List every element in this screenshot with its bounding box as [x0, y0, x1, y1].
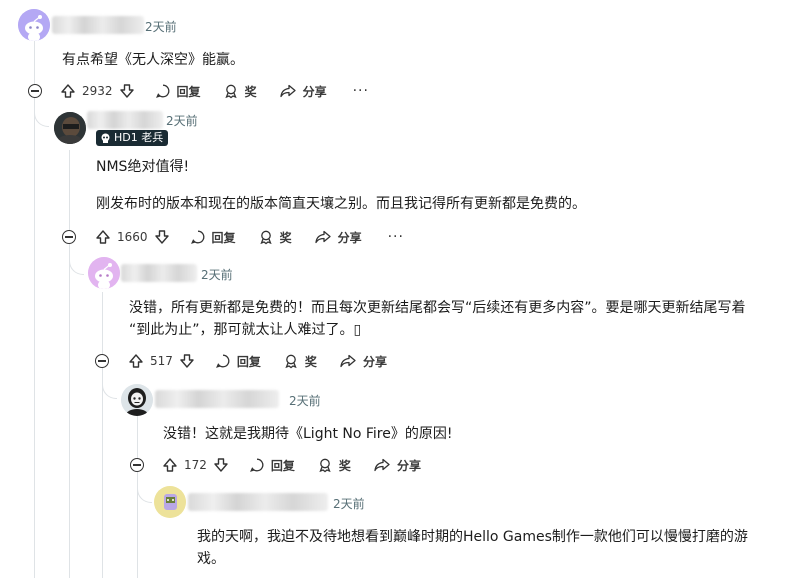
- reply-label: 回复: [211, 230, 236, 245]
- comment-body: 没错！这就是我期待《Light No Fire》的原因!: [163, 426, 453, 442]
- comment-body-line1: 我的天啊，我迫不及待地想看到巅峰时期的Hello Games制作一款他们可以慢慢…: [197, 529, 748, 545]
- flair-text: HD1 老兵: [114, 131, 164, 144]
- comment-time: 2天前: [145, 20, 177, 34]
- more-options-button[interactable]: ···: [353, 83, 369, 99]
- comment-body-line2: 刚发布时的版本和现在的版本简直天壤之别。而且我记得所有更新都是免费的。: [96, 196, 586, 212]
- comment-body-line1: 没错，所有更新都是免费的！而且每次更新结尾都会写“后续还有更多内容”。要是哪天更…: [129, 300, 746, 316]
- reply-button[interactable]: 回复: [249, 457, 295, 474]
- share-icon: [314, 230, 331, 244]
- reply-label: 回复: [270, 458, 295, 473]
- award-label: 奖: [279, 230, 292, 245]
- award-label: 奖: [338, 458, 351, 473]
- user-avatar-icon: [154, 486, 186, 518]
- share-icon: [374, 458, 390, 472]
- collapse-button[interactable]: [28, 84, 42, 98]
- skull-icon: [101, 133, 110, 143]
- share-button[interactable]: 分享: [279, 83, 327, 100]
- share-label: 分享: [396, 458, 421, 473]
- comment-time: 2天前: [289, 394, 321, 408]
- reply-label: 回复: [176, 84, 201, 99]
- share-icon: [340, 354, 356, 368]
- avatar[interactable]: [88, 257, 120, 289]
- thread-line-level2: [102, 292, 103, 578]
- vote-count: 517: [150, 354, 173, 368]
- user-flair-badge: HD1 老兵: [96, 130, 169, 146]
- award-icon: [285, 354, 297, 369]
- award-icon: [319, 458, 331, 473]
- avatar[interactable]: [121, 384, 153, 416]
- thread-line-level1: [69, 150, 70, 578]
- comment-icon: [190, 230, 204, 244]
- more-options-button[interactable]: ···: [388, 229, 404, 245]
- user-avatar-icon: [54, 112, 86, 144]
- award-button[interactable]: 奖: [283, 353, 317, 370]
- downvote-icon[interactable]: [119, 83, 135, 99]
- reply-button[interactable]: 回复: [155, 83, 201, 100]
- reply-label: 回复: [236, 354, 261, 369]
- comment-actions: 172 回复 奖 分享: [162, 453, 443, 477]
- username-redacted[interactable]: [121, 264, 197, 282]
- downvote-icon[interactable]: [213, 457, 229, 473]
- share-label: 分享: [362, 354, 387, 369]
- username-redacted[interactable]: [155, 390, 279, 408]
- collapse-button[interactable]: [62, 230, 76, 244]
- comment-icon: [249, 458, 264, 472]
- comment-time: 2天前: [333, 497, 365, 511]
- username-redacted[interactable]: [52, 16, 144, 34]
- upvote-icon[interactable]: [162, 457, 178, 473]
- downvote-icon[interactable]: [179, 353, 195, 369]
- reply-button[interactable]: 回复: [215, 353, 261, 370]
- award-icon: [259, 230, 272, 245]
- reply-button[interactable]: 回复: [190, 229, 236, 246]
- upvote-icon[interactable]: [95, 229, 111, 245]
- upvote-icon[interactable]: [128, 353, 144, 369]
- thread-curve: [69, 244, 84, 275]
- snoo-avatar-icon: [18, 9, 50, 41]
- username-redacted[interactable]: [188, 493, 328, 511]
- avatar[interactable]: [154, 486, 186, 518]
- avatar[interactable]: [18, 9, 50, 41]
- share-label: 分享: [302, 84, 327, 99]
- thread-curve: [137, 474, 152, 503]
- share-button[interactable]: 分享: [339, 353, 387, 370]
- comment-body-line2: “到此为止”，那可就太让人难过了。▯: [129, 322, 362, 338]
- award-button[interactable]: 奖: [258, 229, 292, 246]
- vote-count: 2932: [82, 84, 113, 98]
- collapse-button[interactable]: [95, 354, 109, 368]
- snoo-avatar-icon: [88, 257, 120, 289]
- comment-time: 2天前: [166, 114, 198, 128]
- share-label: 分享: [337, 230, 362, 245]
- comment-icon: [215, 354, 230, 368]
- username-redacted[interactable]: [87, 111, 163, 129]
- award-button[interactable]: 奖: [317, 457, 351, 474]
- award-icon: [224, 84, 237, 99]
- thread-line-level0: [34, 40, 35, 578]
- thread-curve: [102, 370, 117, 399]
- award-label: 奖: [244, 84, 257, 99]
- comment-body-line1: NMS绝对值得!: [96, 159, 190, 175]
- comment-actions: 1660 回复 奖 分享 ···: [95, 225, 404, 249]
- vote-count: 1660: [117, 230, 148, 244]
- thread-curve: [34, 100, 49, 127]
- award-label: 奖: [304, 354, 317, 369]
- user-avatar-icon: [121, 384, 153, 416]
- vote-count: 172: [184, 458, 207, 472]
- share-button[interactable]: 分享: [373, 457, 421, 474]
- downvote-icon[interactable]: [154, 229, 170, 245]
- comment-icon: [155, 84, 169, 98]
- share-icon: [279, 84, 296, 98]
- comment-actions: 2932 回复 奖 分享 ···: [60, 79, 369, 103]
- thread-line-level3: [137, 416, 138, 578]
- comment-time: 2天前: [201, 268, 233, 282]
- comment-body: 有点希望《无人深空》能赢。: [62, 52, 244, 68]
- comment-actions: 517 回复 奖 分享: [128, 349, 409, 373]
- comment-body-line2: 戏。: [197, 551, 225, 567]
- collapse-button[interactable]: [130, 458, 144, 472]
- upvote-icon[interactable]: [60, 83, 76, 99]
- award-button[interactable]: 奖: [223, 83, 257, 100]
- avatar[interactable]: [54, 112, 86, 144]
- share-button[interactable]: 分享: [314, 229, 362, 246]
